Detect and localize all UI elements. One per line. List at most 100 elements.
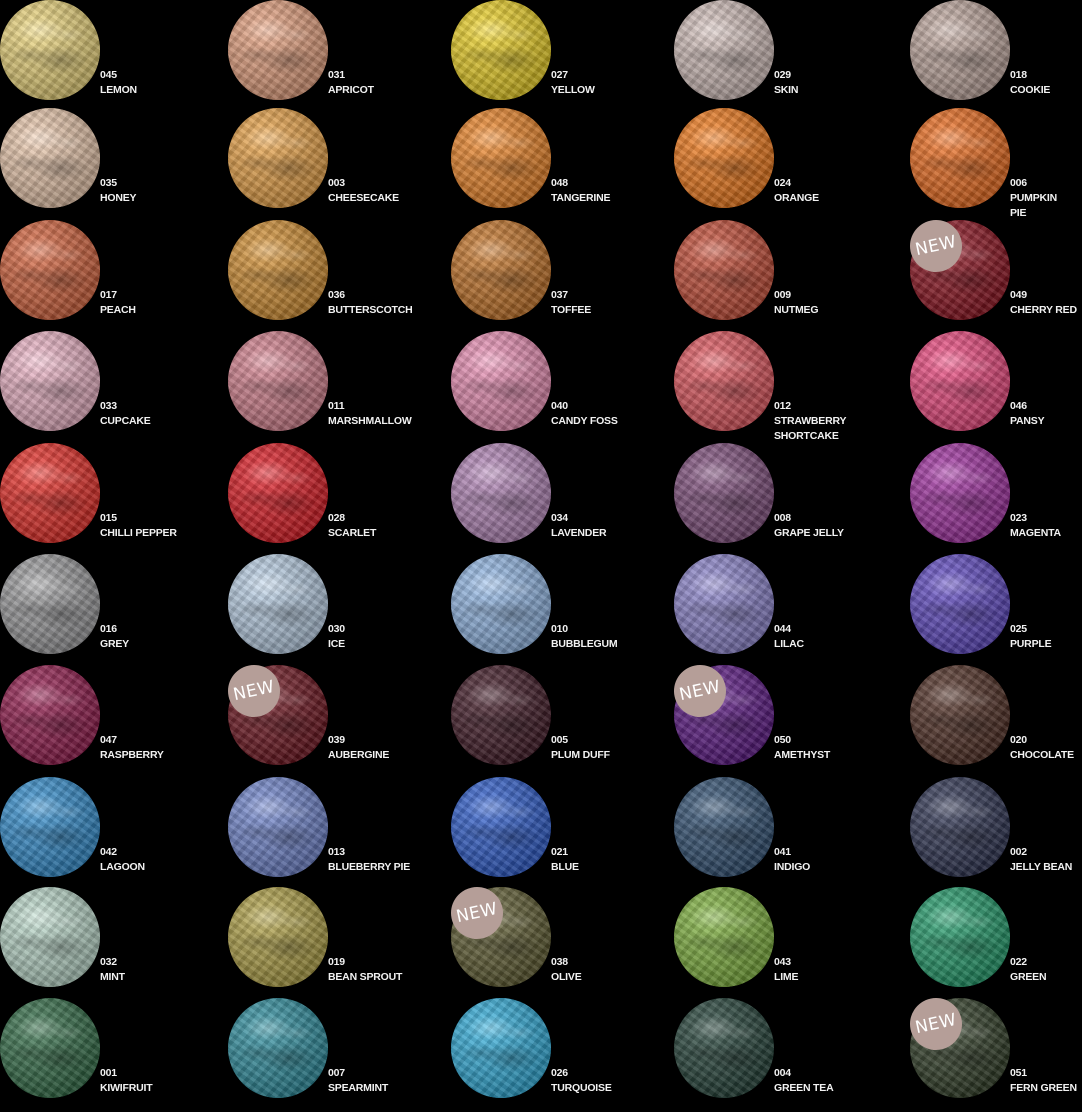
wool-swatch: 016 GREY	[0, 554, 210, 666]
wool-ball-image	[0, 998, 100, 1098]
swatch-name: CUPCAKE	[100, 415, 151, 427]
wool-ball-image	[228, 443, 328, 543]
swatch-code: 008	[774, 512, 791, 524]
swatch-name: LAVENDER	[551, 527, 607, 539]
wool-swatch: 018 COOKIE	[910, 0, 1082, 112]
wool-ball-image	[0, 220, 100, 320]
wool-ball-image	[674, 108, 774, 208]
swatch-code: 044	[774, 623, 791, 635]
swatch-code: 049	[1010, 289, 1027, 301]
wool-swatch: 044 LILAC	[674, 554, 884, 666]
wool-ball-image	[910, 554, 1010, 654]
swatch-label: 041 INDIGO	[774, 845, 886, 875]
swatch-code: 018	[1010, 69, 1027, 81]
swatch-name: RASPBERRY	[100, 749, 164, 761]
swatch-code: 010	[551, 623, 568, 635]
swatch-name: SPEARMINT	[328, 1082, 389, 1094]
wool-ball-image	[910, 331, 1010, 431]
swatch-name: JELLY BEAN	[1010, 861, 1073, 873]
wool-swatch: NEW 051 FERN GREEN	[905, 993, 1082, 1110]
swatch-label: 022 GREEN	[1010, 955, 1082, 985]
swatch-label: 049 CHERRY RED	[1010, 288, 1082, 318]
wool-ball-image	[451, 331, 551, 431]
swatch-label: 043 LIME	[774, 955, 886, 985]
swatch-label: 027 YELLOW	[551, 68, 663, 98]
swatch-label: 017 PEACH	[100, 288, 212, 318]
wool-swatch: 029 SKIN	[674, 0, 884, 112]
swatch-label: 011 MARSHMALLOW	[328, 399, 440, 429]
wool-swatch: NEW 039 AUBERGINE	[223, 660, 438, 777]
wool-swatch: 045 LEMON	[0, 0, 210, 112]
color-swatch-grid: 045 LEMON 031 APRICOT 027 YELLOW 029 SKIN 018 COO…	[0, 0, 1082, 1112]
wool-swatch: 047 RASPBERRY	[0, 665, 210, 777]
wool-swatch: 048 TANGERINE	[451, 108, 661, 220]
swatch-code: 012	[774, 400, 791, 412]
swatch-label: 016 GREY	[100, 622, 212, 652]
wool-ball-image	[910, 108, 1010, 208]
wool-ball-image	[228, 0, 328, 100]
swatch-name: AMETHYST	[774, 749, 831, 761]
wool-swatch: 025 PURPLE	[910, 554, 1082, 666]
wool-ball-image	[228, 220, 328, 320]
swatch-label: 033 CUPCAKE	[100, 399, 212, 429]
wool-ball-image	[910, 0, 1010, 100]
swatch-code: 038	[551, 956, 568, 968]
wool-ball-image	[0, 777, 100, 877]
swatch-code: 005	[551, 734, 568, 746]
wool-swatch: 015 CHILLI PEPPER	[0, 443, 210, 555]
swatch-name: BEAN SPROUT	[328, 971, 403, 983]
swatch-name: MINT	[100, 971, 125, 983]
swatch-label: 021 BLUE	[551, 845, 663, 875]
wool-ball-image	[0, 665, 100, 765]
swatch-label: 048 TANGERINE	[551, 176, 663, 206]
swatch-name: PANSY	[1010, 415, 1045, 427]
swatch-code: 046	[1010, 400, 1027, 412]
wool-swatch: 008 GRAPE JELLY	[674, 443, 884, 555]
swatch-label: 002 JELLY BEAN	[1010, 845, 1082, 875]
swatch-name: MARSHMALLOW	[328, 415, 412, 427]
wool-ball-image	[674, 887, 774, 987]
wool-swatch: 020 CHOCOLATE	[910, 665, 1082, 777]
swatch-label: 035 HONEY	[100, 176, 212, 206]
wool-ball-image	[451, 554, 551, 654]
wool-ball-image	[0, 554, 100, 654]
wool-swatch: 019 BEAN SPROUT	[228, 887, 438, 999]
swatch-code: 013	[328, 846, 345, 858]
wool-swatch: 004 GREEN TEA	[674, 998, 884, 1110]
wool-ball-image	[910, 443, 1010, 543]
wool-ball-image	[674, 998, 774, 1098]
wool-swatch: 007 SPEARMINT	[228, 998, 438, 1110]
swatch-code: 030	[328, 623, 345, 635]
wool-swatch: 024 ORANGE	[674, 108, 884, 220]
swatch-name: CHERRY RED	[1010, 304, 1077, 316]
swatch-name: ORANGE	[774, 192, 819, 204]
swatch-code: 016	[100, 623, 117, 635]
swatch-label: 015 CHILLI PEPPER	[100, 511, 212, 541]
swatch-label: 025 PURPLE	[1010, 622, 1082, 652]
wool-ball-image	[0, 108, 100, 208]
wool-ball-image	[0, 331, 100, 431]
swatch-name: CHOCOLATE	[1010, 749, 1074, 761]
wool-ball-image	[674, 220, 774, 320]
swatch-label: 050 AMETHYST	[774, 733, 886, 763]
wool-swatch: 001 KIWIFRUIT	[0, 998, 210, 1110]
wool-swatch: 036 BUTTERSCOTCH	[228, 220, 438, 332]
wool-ball-image	[228, 331, 328, 431]
swatch-name: COOKIE	[1010, 84, 1051, 96]
swatch-code: 047	[100, 734, 117, 746]
wool-swatch: 003 CHEESECAKE	[228, 108, 438, 220]
wool-swatch: 042 LAGOON	[0, 777, 210, 889]
swatch-name: LAGOON	[100, 861, 145, 873]
swatch-label: 004 GREEN TEA	[774, 1066, 886, 1096]
wool-ball-image	[910, 777, 1010, 877]
swatch-name: BUBBLEGUM	[551, 638, 618, 650]
wool-ball-image	[910, 665, 1010, 765]
swatch-code: 035	[100, 177, 117, 189]
swatch-label: 044 LILAC	[774, 622, 886, 652]
wool-swatch: 017 PEACH	[0, 220, 210, 332]
wool-swatch: 013 BLUEBERRY PIE	[228, 777, 438, 889]
swatch-label: 008 GRAPE JELLY	[774, 511, 886, 541]
swatch-code: 028	[328, 512, 345, 524]
swatch-name: TOFFEE	[551, 304, 592, 316]
wool-swatch: 028 SCARLET	[228, 443, 438, 555]
